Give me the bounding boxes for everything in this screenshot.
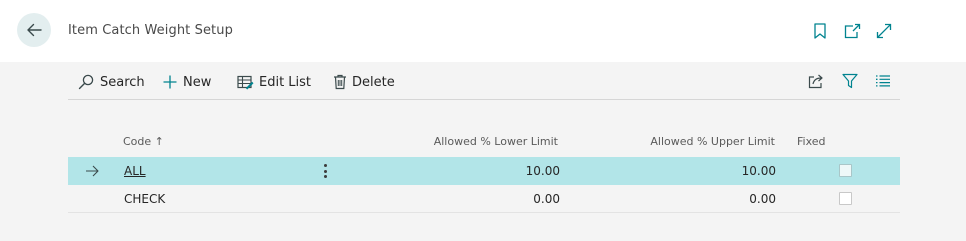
page-title: Item Catch Weight Setup: [68, 23, 233, 38]
filter-button[interactable]: [841, 72, 859, 90]
list-view-icon: [876, 75, 890, 87]
back-button[interactable]: [17, 13, 51, 47]
list-view-button[interactable]: [874, 72, 892, 90]
code-cell[interactable]: ALL: [124, 164, 146, 178]
upper-limit-cell[interactable]: 10.00: [742, 164, 776, 178]
fixed-checkbox[interactable]: [839, 192, 852, 205]
lower-limit-cell[interactable]: 10.00: [526, 164, 560, 178]
action-bar: Search New Edit List Delete: [68, 62, 900, 100]
bookmark-icon: [814, 23, 826, 39]
table-row[interactable]: CHECK 0.00 0.00: [68, 185, 900, 213]
open-new-window-button[interactable]: [843, 22, 861, 40]
bookmark-button[interactable]: [811, 22, 829, 40]
page-content: Search New Edit List Delete Code ↑ Allow…: [0, 62, 966, 241]
sort-ascending-icon: ↑: [154, 135, 164, 148]
dot-icon: [323, 169, 327, 173]
upper-limit-cell[interactable]: 0.00: [749, 192, 776, 206]
column-header-fixed[interactable]: Fixed: [797, 135, 826, 148]
new-label: New: [183, 74, 212, 90]
column-header-upper-limit[interactable]: Allowed % Upper Limit: [650, 135, 775, 148]
arrow-left-icon: [27, 23, 42, 37]
share-button[interactable]: [807, 72, 825, 90]
edit-list-label: Edit List: [259, 74, 312, 90]
trash-icon: [334, 74, 346, 90]
search-button[interactable]: Search: [78, 72, 145, 92]
delete-label: Delete: [352, 74, 395, 90]
code-cell[interactable]: CHECK: [124, 192, 165, 206]
edit-list-icon: [237, 75, 254, 90]
page-header: Item Catch Weight Setup: [0, 0, 966, 62]
open-in-new-window-icon: [844, 23, 860, 39]
edit-list-button[interactable]: Edit List: [237, 72, 311, 92]
share-icon: [808, 74, 823, 89]
delete-button[interactable]: Delete: [333, 72, 395, 92]
dot-icon: [323, 164, 327, 167]
filter-icon: [842, 73, 858, 89]
arrow-right-icon: [86, 165, 99, 177]
plus-icon: [163, 75, 177, 89]
lower-limit-cell[interactable]: 0.00: [533, 192, 560, 206]
fixed-checkbox[interactable]: [839, 164, 852, 177]
search-label: Search: [100, 74, 145, 90]
row-menu-button[interactable]: [321, 162, 329, 180]
dot-icon: [323, 175, 327, 178]
column-header-code[interactable]: Code ↑: [123, 135, 164, 148]
new-button[interactable]: New: [162, 72, 211, 92]
expand-button[interactable]: [875, 22, 893, 40]
table-row[interactable]: ALL 10.00 10.00: [68, 157, 900, 185]
search-icon: [78, 74, 94, 90]
column-header-lower-limit[interactable]: Allowed % Lower Limit: [434, 135, 558, 148]
expand-icon: [876, 23, 892, 39]
